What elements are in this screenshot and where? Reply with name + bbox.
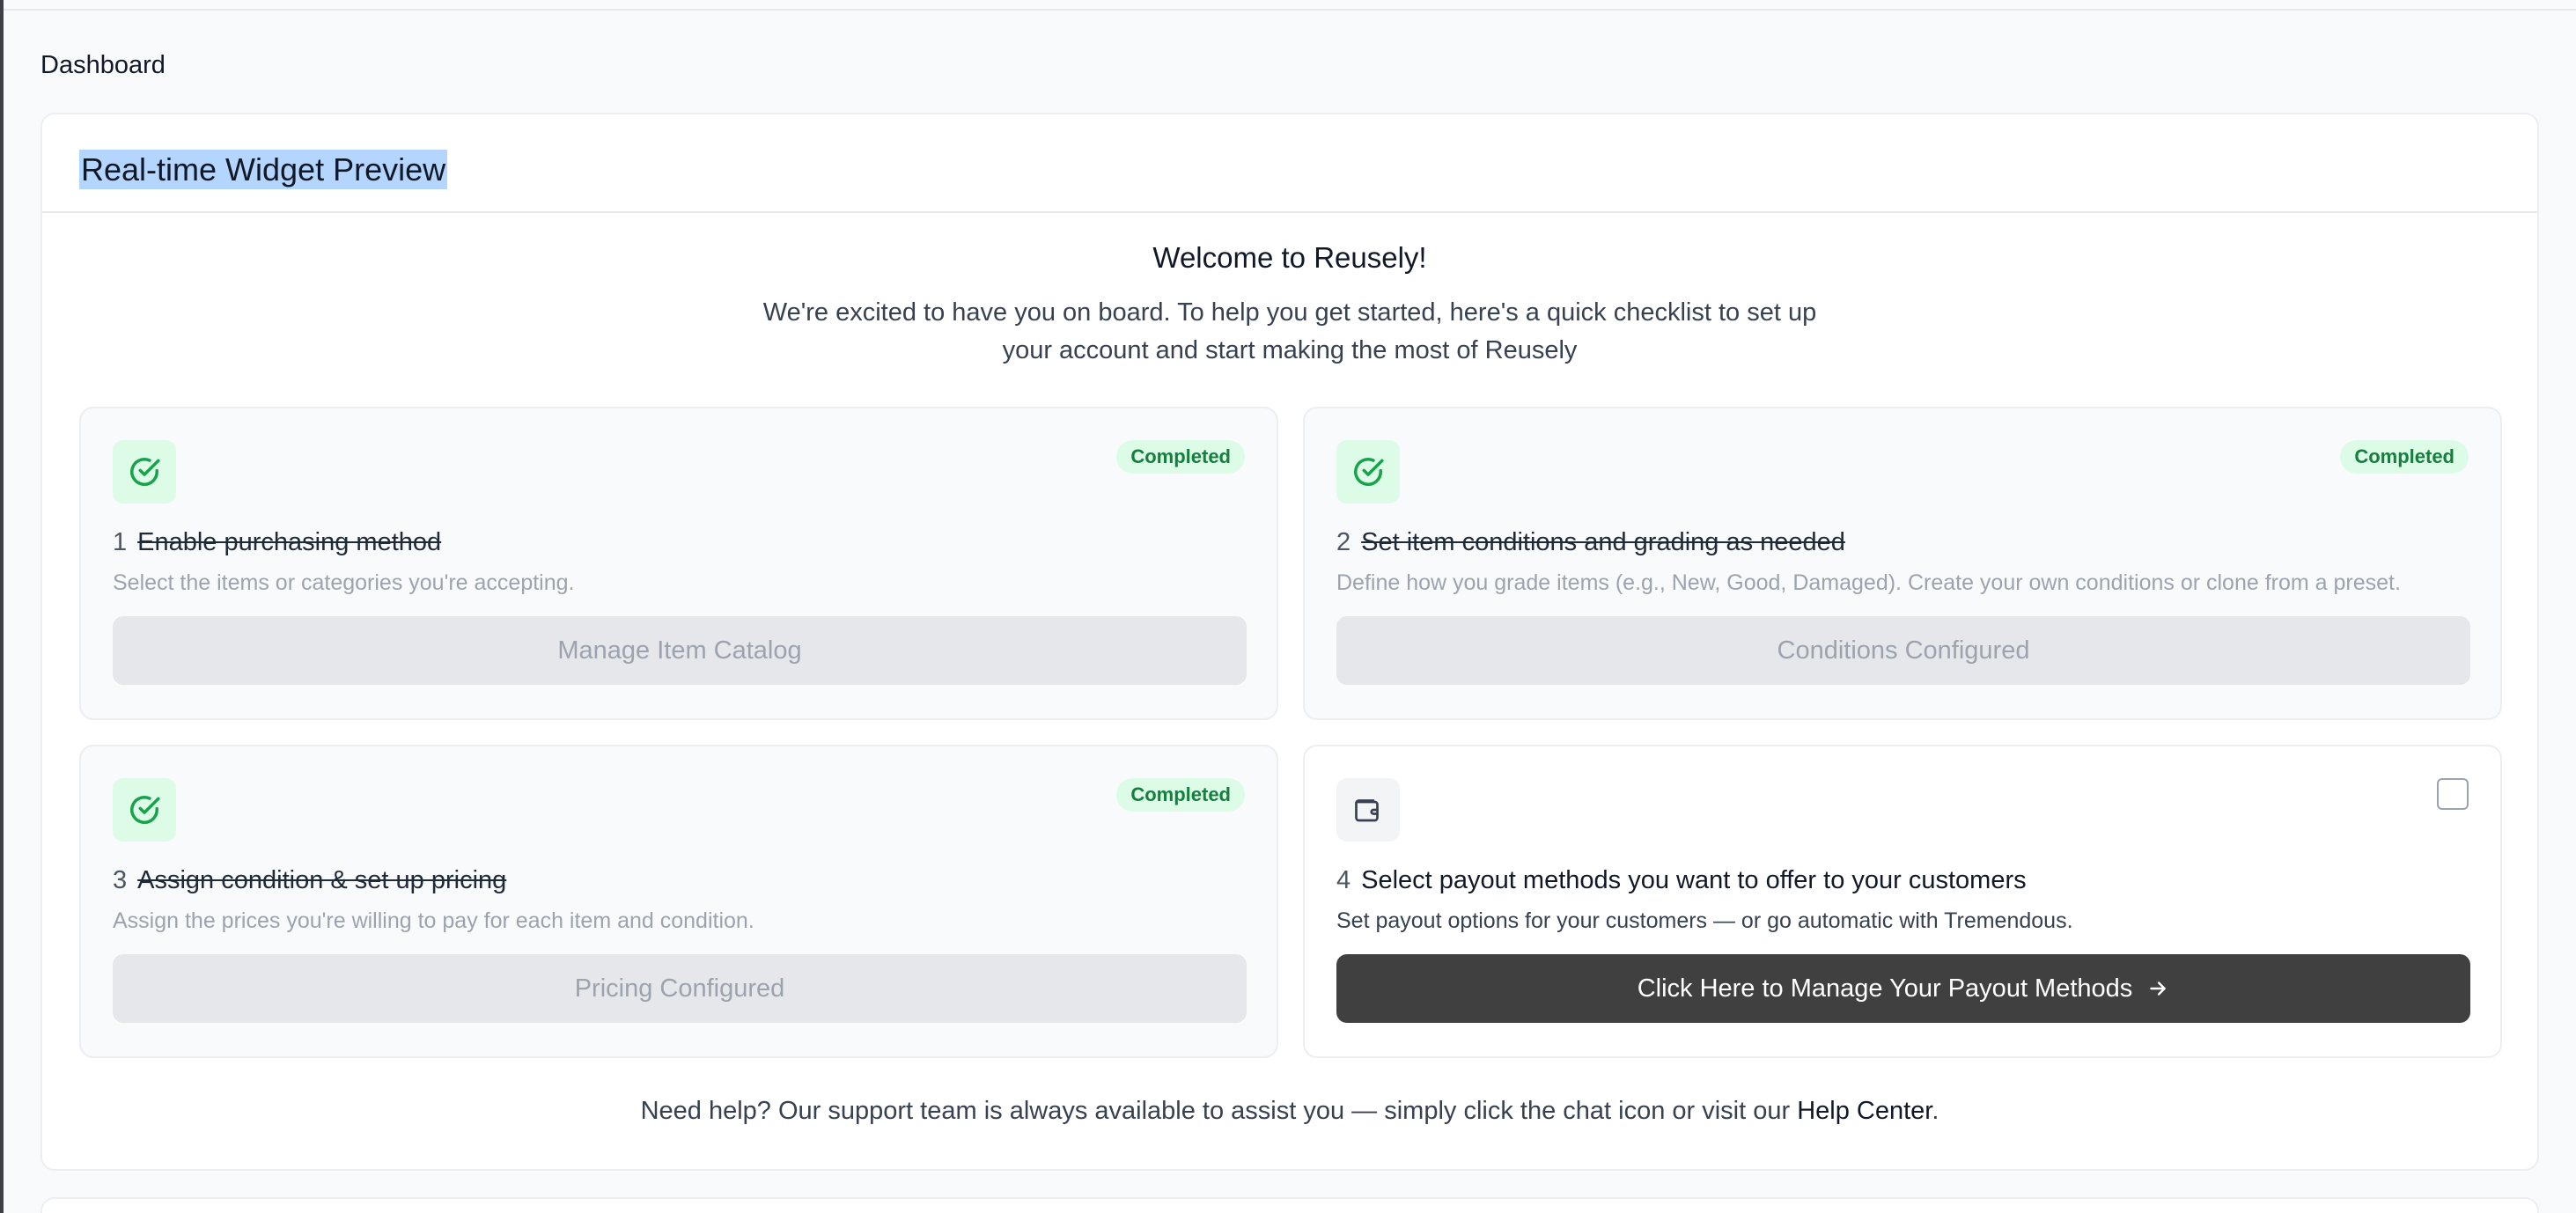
help-text: Need help? Our support team is always av… bbox=[42, 1097, 2537, 1126]
step-card-1: Completed 1 Enable purchasing method Sele… bbox=[79, 407, 1278, 720]
next-panel bbox=[40, 1197, 2539, 1213]
manage-item-catalog-button[interactable]: Manage Item Catalog bbox=[113, 616, 1247, 685]
step-title: 1 Enable purchasing method bbox=[113, 528, 441, 557]
step-complete-checkbox[interactable] bbox=[2437, 778, 2469, 810]
step-title: 4 Select payout methods you want to offer… bbox=[1336, 866, 2027, 895]
pricing-configured-button[interactable]: Pricing Configured bbox=[113, 954, 1247, 1023]
help-suffix: . bbox=[1932, 1097, 1939, 1125]
button-label: Click Here to Manage Your Payout Methods bbox=[1637, 974, 2133, 1003]
step-title-text: Enable purchasing method bbox=[137, 528, 442, 556]
step-title: 3 Assign condition & set up pricing bbox=[113, 866, 506, 895]
check-circle-icon bbox=[113, 440, 176, 504]
status-badge: Completed bbox=[1116, 440, 1245, 474]
step-card-2: Completed 2 Set item conditions and gradi… bbox=[1303, 407, 2502, 720]
step-description: Select the items or categories you're ac… bbox=[113, 570, 575, 595]
panel-header: Real-time Widget Preview bbox=[42, 114, 2537, 213]
step-card-3: Completed 3 Assign condition & set up pri… bbox=[79, 745, 1278, 1058]
help-center-link[interactable]: Help Center bbox=[1797, 1097, 1932, 1125]
step-card-4: 4 Select payout methods you want to offer… bbox=[1303, 745, 2502, 1058]
check-circle-icon bbox=[1336, 440, 1400, 504]
status-badge: Completed bbox=[2340, 440, 2469, 474]
manage-payout-methods-button[interactable]: Click Here to Manage Your Payout Methods bbox=[1336, 954, 2470, 1023]
step-number: 2 bbox=[1336, 528, 1351, 556]
step-number: 3 bbox=[113, 866, 128, 894]
left-rail bbox=[0, 0, 4, 1213]
status-badge: Completed bbox=[1116, 778, 1245, 812]
step-title-text: Set item conditions and grading as neede… bbox=[1361, 528, 1845, 556]
welcome-title: Welcome to Reusely! bbox=[1152, 241, 1427, 274]
conditions-configured-button[interactable]: Conditions Configured bbox=[1336, 616, 2470, 685]
arrow-right-icon bbox=[2146, 977, 2169, 1000]
step-description: Set payout options for your customers — … bbox=[1336, 908, 2073, 933]
panel-title: Real-time Widget Preview bbox=[79, 150, 448, 190]
step-title-text: Select payout methods you want to offer … bbox=[1361, 866, 2027, 894]
step-description: Define how you grade items (e.g., New, G… bbox=[1336, 570, 2401, 595]
step-number: 1 bbox=[113, 528, 128, 556]
welcome-subtitle: We're excited to have you on board. To h… bbox=[762, 298, 1817, 364]
wallet-icon bbox=[1336, 778, 1400, 842]
step-number: 4 bbox=[1336, 866, 1351, 894]
top-divider bbox=[4, 9, 2576, 11]
help-message: Need help? Our support team is always av… bbox=[640, 1097, 1798, 1125]
step-description: Assign the prices you're willing to pay … bbox=[113, 908, 754, 933]
widget-preview-panel: Real-time Widget Preview Welcome to Reus… bbox=[40, 113, 2539, 1171]
breadcrumb[interactable]: Dashboard bbox=[40, 51, 166, 80]
step-title-text: Assign condition & set up pricing bbox=[137, 866, 507, 894]
check-circle-icon bbox=[113, 778, 176, 842]
step-title: 2 Set item conditions and grading as need… bbox=[1336, 528, 1845, 557]
